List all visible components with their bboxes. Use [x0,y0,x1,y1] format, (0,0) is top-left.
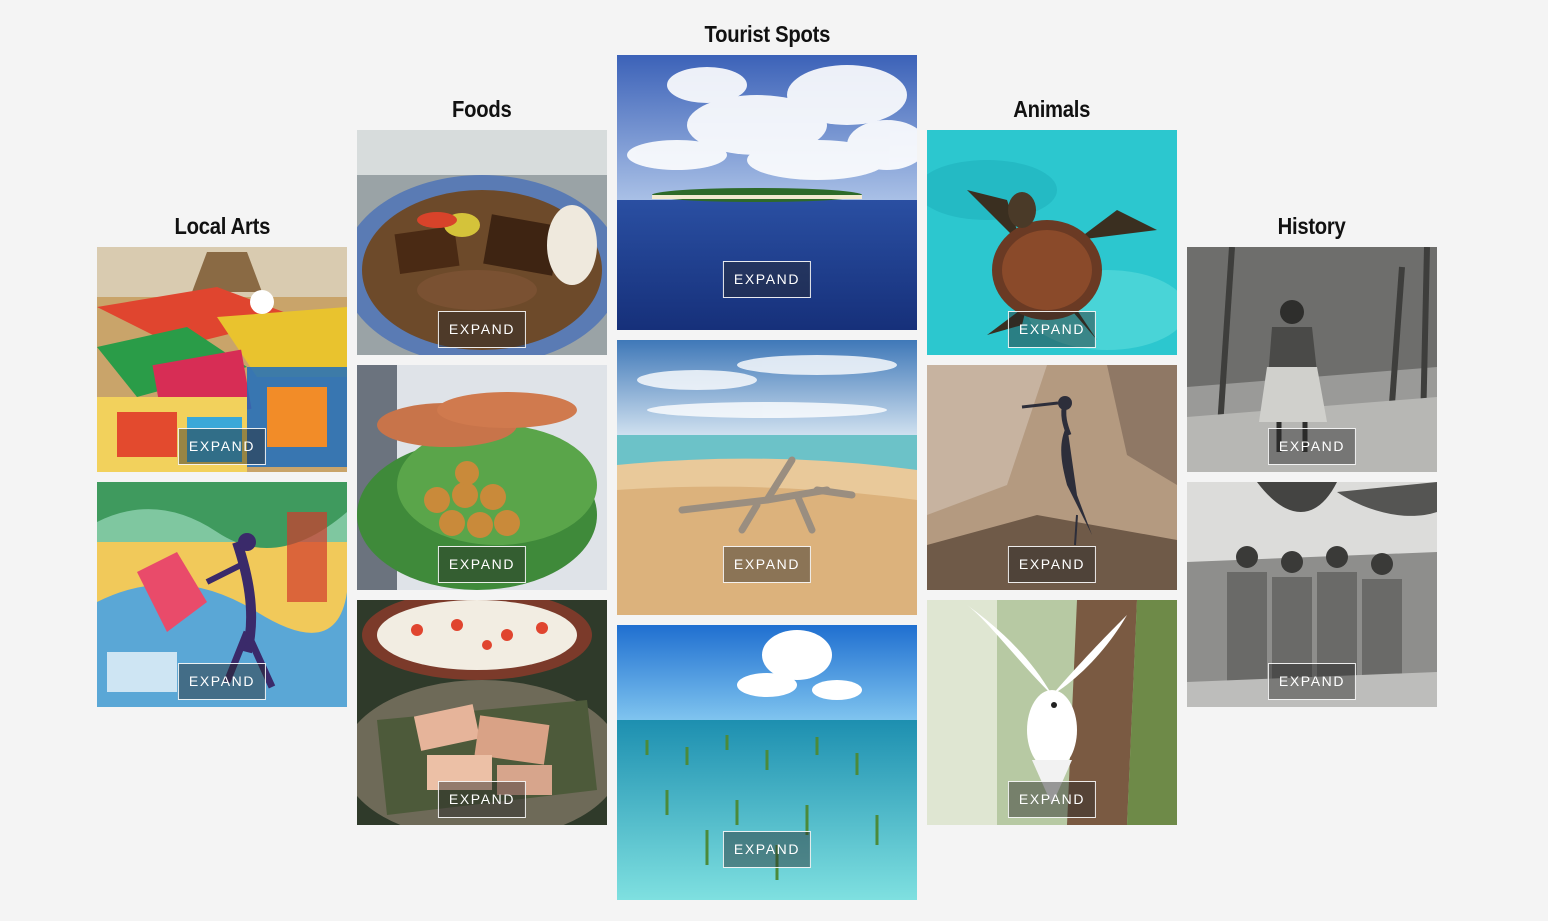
expand-button[interactable]: EXPAND [1007,311,1097,348]
photo-tile-historic-group[interactable]: EXPAND [1187,482,1437,707]
expand-button[interactable]: EXPAND [437,311,527,348]
photo-tile-beach[interactable]: EXPAND [617,340,917,615]
expand-button[interactable]: EXPAND [437,546,527,583]
category-local-arts: Local Arts EXPAND EXPAND [97,213,347,707]
category-tourist-spots: Tourist Spots EXPAND EXPAND EXPAND [617,21,917,900]
photo-tile-island[interactable]: EXPAND [617,55,917,330]
category-foods: Foods EXPAND EXPAND EXPAND [357,96,607,825]
photo-tile-historic-woman[interactable]: EXPAND [1187,247,1437,472]
category-animals: Animals EXPAND EXPAND EXPAND [927,96,1177,825]
photo-tile-heron[interactable]: EXPAND [927,365,1177,590]
expand-button[interactable]: EXPAND [177,428,267,465]
photo-tile-tern[interactable]: EXPAND [927,600,1177,825]
expand-button[interactable]: EXPAND [1267,428,1357,465]
category-title: Local Arts [174,213,270,239]
photo-tile-raw-fish[interactable]: EXPAND [357,600,607,825]
expand-button[interactable]: EXPAND [722,261,812,298]
photo-tile-turtle[interactable]: EXPAND [927,130,1177,355]
photo-tile-crochet[interactable]: EXPAND [97,247,347,472]
photo-tile-lobster[interactable]: EXPAND [357,365,607,590]
expand-button[interactable]: EXPAND [177,663,267,700]
category-history: History EXPAND EXPAND [1187,213,1437,707]
expand-button[interactable]: EXPAND [1267,663,1357,700]
photo-tile-painting[interactable]: EXPAND [97,482,347,707]
expand-button[interactable]: EXPAND [437,781,527,818]
expand-button[interactable]: EXPAND [1007,781,1097,818]
category-title: Tourist Spots [704,21,830,47]
category-title: Foods [452,96,512,122]
expand-button[interactable]: EXPAND [1007,546,1097,583]
expand-button[interactable]: EXPAND [722,546,812,583]
category-title: Animals [1013,96,1091,122]
expand-button[interactable]: EXPAND [722,831,812,868]
photo-tile-lagoon[interactable]: EXPAND [617,625,917,900]
photo-tile-stew[interactable]: EXPAND [357,130,607,355]
category-title: History [1278,213,1346,239]
